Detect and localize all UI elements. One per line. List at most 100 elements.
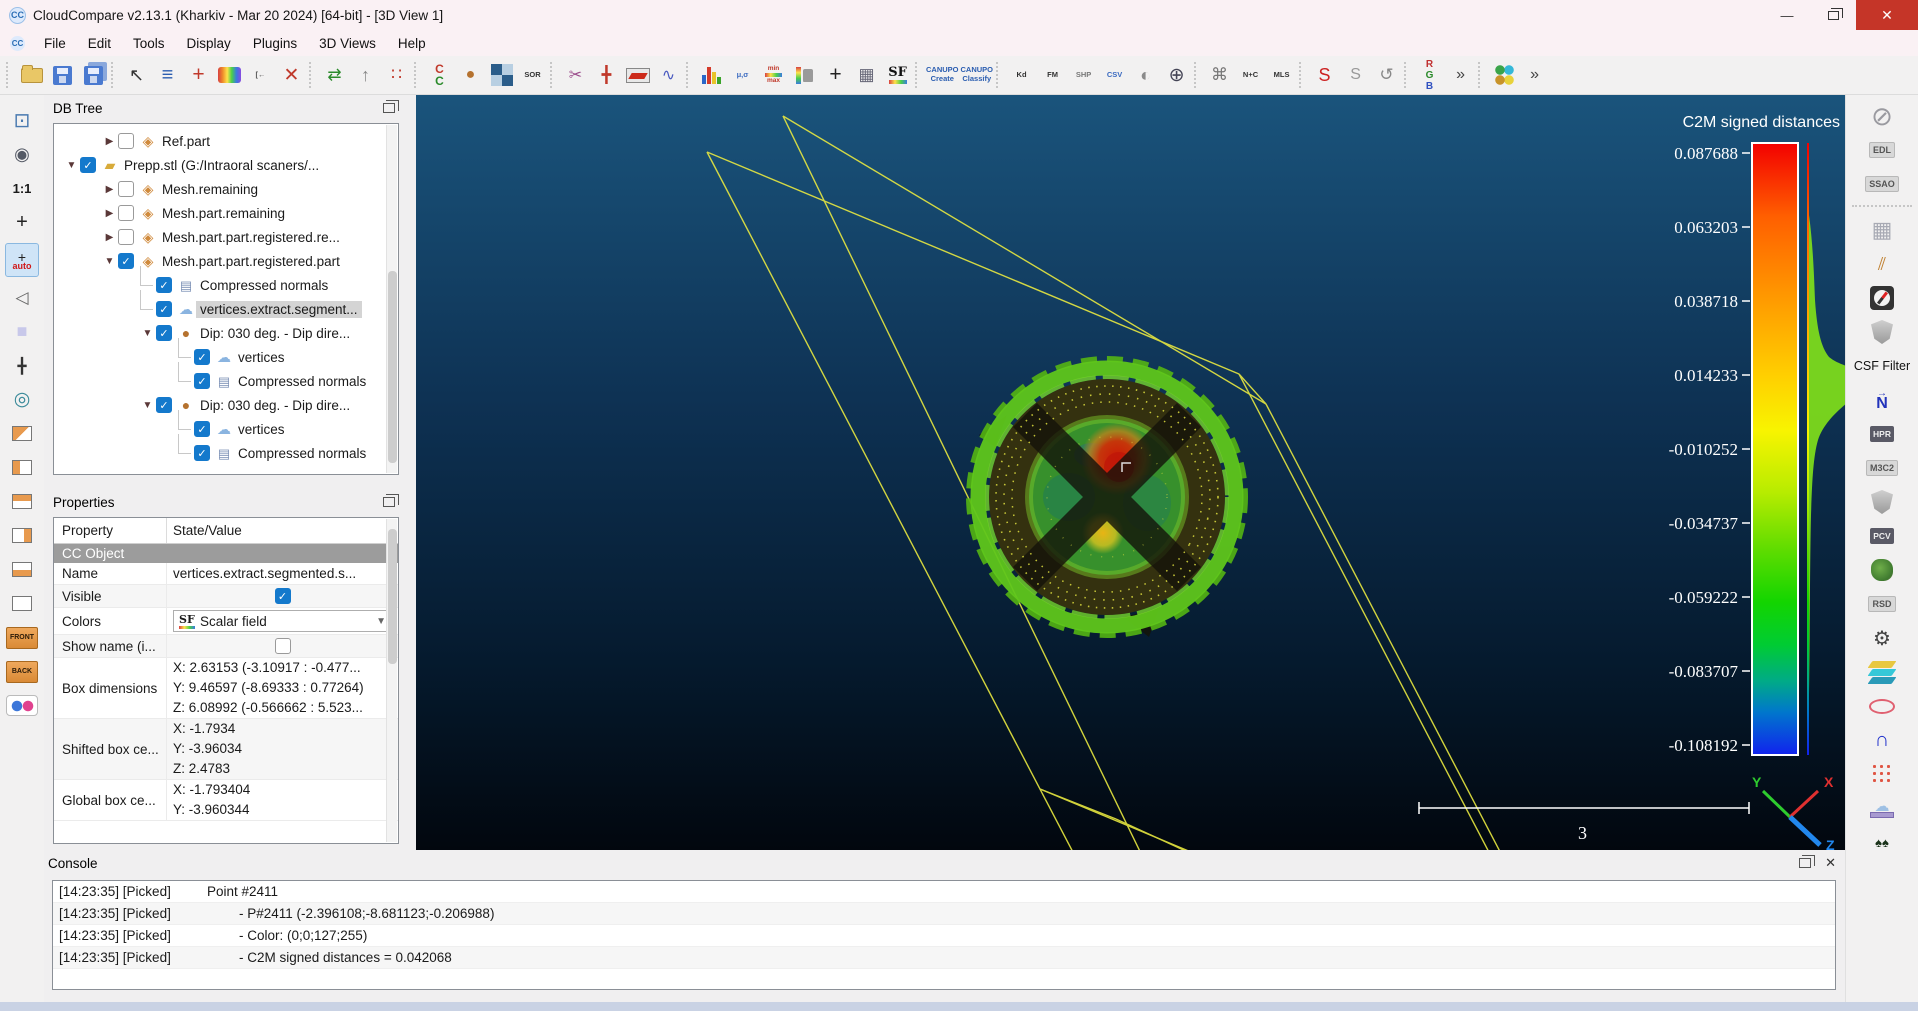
- shp-export-button[interactable]: SHP: [1069, 61, 1098, 90]
- spline-gray-button[interactable]: S: [1341, 61, 1370, 90]
- cloud-cloud-compare-button[interactable]: CC: [425, 61, 454, 90]
- sf-button[interactable]: SF: [883, 61, 912, 90]
- tree-item[interactable]: ✓▤Compressed normals: [56, 369, 398, 393]
- normals-plugin-button[interactable]: →N: [1876, 387, 1888, 413]
- pick-rotation-center-button[interactable]: +: [5, 209, 39, 236]
- cloud-ruler-plugin-button[interactable]: ☁: [1870, 795, 1894, 821]
- tree-expand-collapse-icon[interactable]: ▼: [102, 256, 117, 267]
- zoom-tool-button[interactable]: ◎: [5, 386, 39, 413]
- sf-calculator-button[interactable]: ▦: [852, 61, 881, 90]
- view-top-button[interactable]: [5, 488, 39, 515]
- primitive-factory-button[interactable]: ●: [456, 61, 485, 90]
- fm-button[interactable]: FM: [1038, 61, 1067, 90]
- clone-button[interactable]: ⇄: [320, 61, 349, 90]
- tree-expand-expand-icon[interactable]: ▶: [102, 136, 117, 147]
- point-list-picking-button[interactable]: +: [184, 61, 213, 90]
- properties-float-button[interactable]: [383, 497, 395, 507]
- properties-table[interactable]: Property State/Value CC Object Nameverti…: [53, 517, 399, 844]
- subsample-button[interactable]: ∷: [382, 61, 411, 90]
- db-tree-view[interactable]: ▶◈Ref.part▼✓▰Prepp.stl (G:/Intraoral sca…: [53, 123, 399, 475]
- tree-item-label[interactable]: Prepp.stl (G:/Intraoral scaners/...: [120, 157, 323, 174]
- tree-visibility-checkbox[interactable]: ✓: [194, 349, 210, 365]
- open-file-button[interactable]: [17, 61, 46, 90]
- ellipse-plugin-button[interactable]: [1869, 693, 1895, 719]
- tree-visibility-checkbox[interactable]: ✓: [118, 253, 134, 269]
- cross-section-button[interactable]: [623, 61, 652, 90]
- tree-visibility-checkbox[interactable]: [118, 181, 134, 197]
- view-iso2-button[interactable]: [5, 590, 39, 617]
- tree-item-label[interactable]: Compressed normals: [234, 445, 370, 462]
- tree-item-label[interactable]: vertices.extract.segment...: [196, 301, 362, 318]
- tree-item-label[interactable]: Compressed normals: [196, 277, 332, 294]
- sf-minmax-button[interactable]: minmax: [759, 61, 788, 90]
- tree-item-label[interactable]: Ref.part: [158, 133, 214, 150]
- canupo-classify-button[interactable]: CANUPO Classify: [961, 61, 994, 90]
- tree-expand-collapse-icon[interactable]: ▼: [140, 328, 155, 339]
- close-view-button[interactable]: [←: [246, 61, 275, 90]
- ssao-shader-button[interactable]: SSAO: [1865, 171, 1899, 197]
- edl-shader-button[interactable]: EDL: [1869, 137, 1895, 163]
- rsd-plugin-button[interactable]: RSD: [1868, 591, 1895, 617]
- view-front-button[interactable]: FRONT: [5, 624, 39, 651]
- scissors-segment-button[interactable]: ✂: [561, 61, 590, 90]
- db-tree-float-button[interactable]: [383, 103, 395, 113]
- tree-item-label[interactable]: Compressed normals: [234, 373, 370, 390]
- tree-item-label[interactable]: Mesh.part.part.registered.re...: [158, 229, 344, 246]
- tree-visibility-checkbox[interactable]: ✓: [156, 301, 172, 317]
- gaussian-filter-button[interactable]: μ,σ: [728, 61, 757, 90]
- menu-plugins[interactable]: Plugins: [242, 33, 308, 54]
- menu-3d-views[interactable]: 3D Views: [308, 33, 387, 54]
- forest-plugin-button[interactable]: ♠♠: [1875, 829, 1889, 855]
- restore-button[interactable]: [1810, 0, 1856, 30]
- save-all-button[interactable]: [79, 61, 108, 90]
- view-left-button[interactable]: [5, 454, 39, 481]
- sor-filter-button[interactable]: SOR: [518, 61, 547, 90]
- screenshot-button[interactable]: ◉: [5, 141, 39, 168]
- gears-plugin-button[interactable]: ⚙: [1873, 625, 1891, 651]
- toolbar-overflow-button[interactable]: »: [1446, 61, 1475, 90]
- tree-visibility-checkbox[interactable]: ✓: [80, 157, 96, 173]
- csf-shield-icon[interactable]: [1871, 319, 1893, 345]
- tree-item-selected[interactable]: ✓☁vertices.extract.segment...: [56, 297, 398, 321]
- tree-expand-expand-icon[interactable]: ▶: [102, 184, 117, 195]
- tree-visibility-checkbox[interactable]: ✓: [156, 397, 172, 413]
- plugin-disabled-icon[interactable]: ⊘: [1871, 103, 1893, 129]
- tree-visibility-checkbox[interactable]: [118, 133, 134, 149]
- point-cloud-object[interactable]: [969, 359, 1245, 637]
- apply-transformation-button[interactable]: ↑: [351, 61, 380, 90]
- perspective-cube-button[interactable]: ■: [5, 318, 39, 345]
- spline-red-button[interactable]: S: [1310, 61, 1339, 90]
- colors-dropdown[interactable]: SFScalar field▼: [173, 610, 392, 632]
- tree-visibility-checkbox[interactable]: ✓: [194, 421, 210, 437]
- mls-smoothing-button[interactable]: MLS: [1267, 61, 1296, 90]
- compass-plugin-button[interactable]: [1870, 285, 1894, 311]
- tree-item-label[interactable]: Dip: 030 deg. - Dip dire...: [196, 397, 354, 414]
- property-checkbox[interactable]: ✓: [275, 588, 291, 604]
- property-checkbox[interactable]: [275, 638, 291, 654]
- save-button[interactable]: [48, 61, 77, 90]
- stereo-mode-button[interactable]: [5, 692, 39, 719]
- tree-item-label[interactable]: Mesh.remaining: [158, 181, 262, 198]
- layers-plugin-button[interactable]: [1870, 659, 1894, 685]
- zoom-1-1-button[interactable]: 1:1: [5, 175, 39, 202]
- sf-delete-button[interactable]: [790, 61, 819, 90]
- tree-visibility-checkbox[interactable]: ✓: [156, 277, 172, 293]
- csv-export-button[interactable]: CSV: [1100, 61, 1129, 90]
- view-right-button[interactable]: [5, 522, 39, 549]
- hpr-plugin-button[interactable]: HPR: [1870, 421, 1894, 447]
- close-button[interactable]: ✕: [1856, 0, 1918, 30]
- tree-item[interactable]: ▼✓◈Mesh.part.part.registered.part: [56, 249, 398, 273]
- tree-item-label[interactable]: Mesh.part.remaining: [158, 205, 289, 222]
- tree-item-label[interactable]: Dip: 030 deg. - Dip dire...: [196, 325, 354, 342]
- tree-visibility-checkbox[interactable]: [118, 205, 134, 221]
- tree-item[interactable]: ▶◈Ref.part: [56, 129, 398, 153]
- display-options-button[interactable]: ⊡: [5, 107, 39, 134]
- shield2-icon[interactable]: [1871, 489, 1893, 515]
- tree-visibility-checkbox[interactable]: ✓: [194, 445, 210, 461]
- tree-item[interactable]: ✓☁vertices: [56, 417, 398, 441]
- magnet-plugin-button[interactable]: ∩: [1875, 727, 1889, 753]
- tree-item[interactable]: ✓▤Compressed normals: [56, 441, 398, 465]
- toolbar-overflow2-button[interactable]: »: [1520, 61, 1549, 90]
- clean-plugin-button[interactable]: ⫽: [1878, 251, 1886, 277]
- pick-cursor-button[interactable]: ↖: [122, 61, 151, 90]
